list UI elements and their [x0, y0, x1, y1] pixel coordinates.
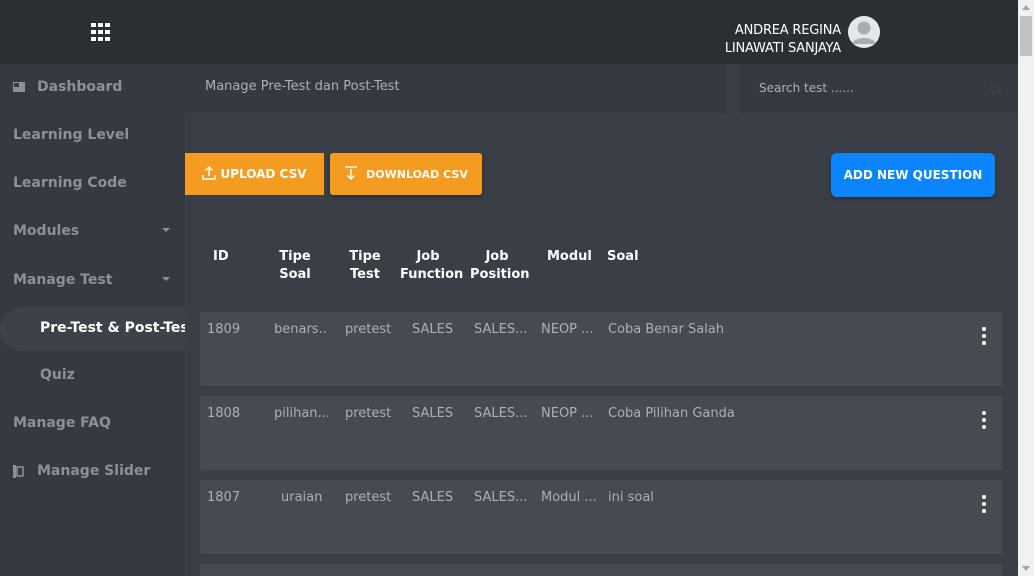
search-container [740, 64, 1018, 113]
add-new-question-button[interactable]: ADD NEW QUESTION [831, 153, 995, 197]
cell-tipe-test: pretest [345, 322, 392, 337]
user-name-line1: ANDREA REGINA [734, 23, 841, 38]
sidebar-item-quiz[interactable]: Quiz [0, 354, 185, 398]
header-text: Tipe [279, 249, 311, 264]
header-text: Tipe [349, 249, 381, 264]
header-text: Soal [607, 249, 639, 264]
caret-down-icon [162, 277, 170, 281]
header-text: Function [400, 267, 464, 282]
header-text: Soal [279, 267, 311, 282]
table-row[interactable]: 1807 uraian pretest SALES SALES... Modul… [200, 480, 1002, 554]
sidebar-item-dashboard[interactable]: Dashboard [0, 66, 185, 110]
sidebar-item-manage-faq[interactable]: Manage FAQ [0, 402, 185, 446]
dashboard-icon [13, 81, 25, 93]
cell-tipe-soal: benars... [274, 322, 328, 337]
header-text: Test [350, 267, 380, 282]
column-header-tipe-test: Tipe Test [342, 248, 388, 284]
header-text: Job [485, 249, 509, 264]
upload-csv-button[interactable]: UPLOAD CSV [185, 153, 324, 195]
more-vertical-icon[interactable] [974, 494, 994, 514]
scroll-up-icon[interactable] [1022, 5, 1030, 10]
search-input[interactable] [754, 77, 984, 99]
add-new-question-label: ADD NEW QUESTION [843, 168, 983, 182]
sidebar-item-label: Manage Test [13, 272, 113, 288]
column-header-tipe-soal: Tipe Soal [272, 248, 318, 284]
column-header-job-position: Job Position [470, 248, 530, 284]
slider-icon [13, 465, 25, 478]
table-row[interactable]: 1808 pilihan... pretest SALES SALES... N… [200, 396, 1002, 470]
table-row[interactable] [200, 564, 1002, 576]
user-name[interactable]: ANDREA REGINA LINAWATI SANJAYA [725, 22, 841, 58]
cell-job-position: SALES... [474, 322, 528, 337]
download-csv-label: DOWNLOAD CSV [366, 167, 468, 181]
sidebar-item-modules[interactable]: Modules [0, 210, 185, 254]
more-vertical-icon[interactable] [974, 410, 994, 430]
cell-modul: NEOP ... [541, 406, 594, 421]
column-header-id: ID [213, 248, 229, 266]
cell-soal: Coba Benar Salah [608, 322, 725, 337]
sidebar-item-label: Manage FAQ [13, 415, 111, 431]
scrollbar-thumb[interactable] [1020, 16, 1032, 56]
page-scrollbar[interactable] [1018, 0, 1034, 576]
page-title: Manage Pre-Test dan Post-Test [205, 79, 400, 94]
cell-id: 1807 [207, 490, 241, 505]
cell-job-function: SALES [412, 406, 454, 421]
cell-modul: NEOP ... [541, 322, 594, 337]
download-icon [344, 165, 358, 183]
sidebar-item-label: Modules [13, 223, 80, 239]
sidebar-item-manage-test[interactable]: Manage Test [0, 259, 185, 303]
cell-soal: Coba Pilihan Ganda [608, 406, 735, 421]
table-row[interactable]: 1809 benars... pretest SALES SALES... NE… [200, 312, 1002, 386]
upload-csv-label: UPLOAD CSV [220, 167, 307, 181]
sidebar-item-learning-level[interactable]: Learning Level [0, 114, 185, 158]
download-csv-button[interactable]: DOWNLOAD CSV [330, 153, 482, 195]
column-header-modul: Modul [547, 248, 592, 266]
cell-modul: Modul ... [541, 490, 597, 505]
cell-id: 1808 [207, 406, 241, 421]
cell-id: 1809 [207, 322, 241, 337]
sidebar-item-pre-post-test[interactable]: Pre-Test & Post-Test [0, 307, 195, 351]
sidebar-item-label: Pre-Test & Post-Test [40, 320, 196, 336]
cell-tipe-test: pretest [345, 406, 392, 421]
upload-icon [202, 165, 217, 183]
sidebar-item-manage-slider[interactable]: Manage Slider [0, 450, 185, 494]
column-header-soal: Soal [607, 248, 639, 266]
more-vertical-icon[interactable] [974, 326, 994, 346]
header-text: Position [470, 267, 530, 282]
apps-grid-icon[interactable] [91, 23, 111, 41]
sidebar-item-label: Manage Slider [37, 463, 151, 479]
cell-tipe-soal: pilihan... [274, 406, 328, 421]
cell-tipe-soal: uraian [281, 490, 323, 505]
scroll-down-icon[interactable] [1022, 566, 1030, 571]
sidebar-item-label: Dashboard [37, 79, 123, 95]
breadcrumb: Manage Pre-Test dan Post-Test [185, 64, 726, 113]
column-header-job-function: Job Function [400, 248, 464, 284]
search-icon[interactable] [990, 81, 1002, 100]
sidebar-item-label: Learning Level [13, 127, 130, 143]
caret-down-icon [162, 228, 170, 232]
cell-job-function: SALES [412, 322, 454, 337]
header-text: ID [213, 249, 229, 264]
cell-job-position: SALES... [474, 490, 528, 505]
sidebar-item-label: Quiz [40, 367, 75, 383]
user-name-line2: LINAWATI SANJAYA [724, 41, 841, 56]
sidebar-item-learning-code[interactable]: Learning Code [0, 162, 185, 206]
sidebar-item-label: Learning Code [13, 175, 127, 191]
top-bar: ANDREA REGINA LINAWATI SANJAYA [0, 0, 1018, 64]
cell-soal: ini soal [608, 490, 654, 505]
cell-tipe-test: pretest [345, 490, 392, 505]
user-avatar-icon[interactable] [848, 16, 880, 48]
header-text: Modul [547, 249, 592, 264]
cell-job-position: SALES... [474, 406, 528, 421]
cell-job-function: SALES [412, 490, 454, 505]
header-text: Job [416, 249, 440, 264]
